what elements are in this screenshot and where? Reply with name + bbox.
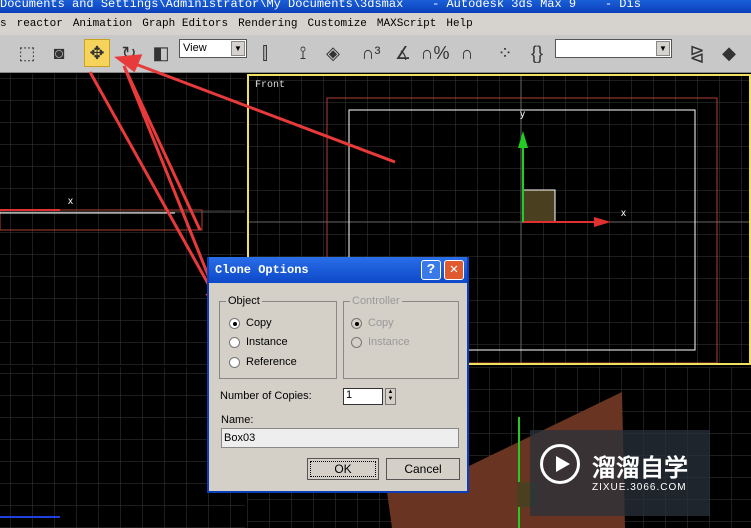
radio-controller-instance[interactable]: Instance xyxy=(351,336,410,348)
copies-spinner[interactable]: ▲ ▼ xyxy=(385,388,396,405)
watermark-brand: 溜溜自学 xyxy=(592,454,688,482)
watermark-url: ZIXUE.3066.COM xyxy=(592,482,687,493)
copies-input[interactable]: 1 xyxy=(343,388,383,405)
radio-object-reference[interactable]: Reference xyxy=(229,356,297,368)
clone-options-dialog: Clone Options ? ✕ Object Copy Instance R… xyxy=(207,257,469,493)
close-button[interactable]: ✕ xyxy=(444,260,464,280)
help-button[interactable]: ? xyxy=(421,260,441,280)
play-logo-icon xyxy=(540,444,580,484)
ok-button[interactable]: OK xyxy=(307,458,379,480)
copies-label: Number of Copies: xyxy=(220,390,312,402)
radio-object-copy[interactable]: Copy xyxy=(229,317,272,329)
name-input[interactable]: Box03 xyxy=(221,428,459,448)
dialog-title: Clone Options xyxy=(215,263,309,277)
radio-object-instance[interactable]: Instance xyxy=(229,336,288,348)
watermark: 溜溜自学 ZIXUE.3066.COM xyxy=(530,430,710,516)
radio-controller-copy[interactable]: Copy xyxy=(351,317,394,329)
dialog-title-bar: Clone Options ? ✕ xyxy=(209,257,467,283)
cancel-button[interactable]: Cancel xyxy=(386,458,460,480)
name-label: Name: xyxy=(221,414,254,426)
